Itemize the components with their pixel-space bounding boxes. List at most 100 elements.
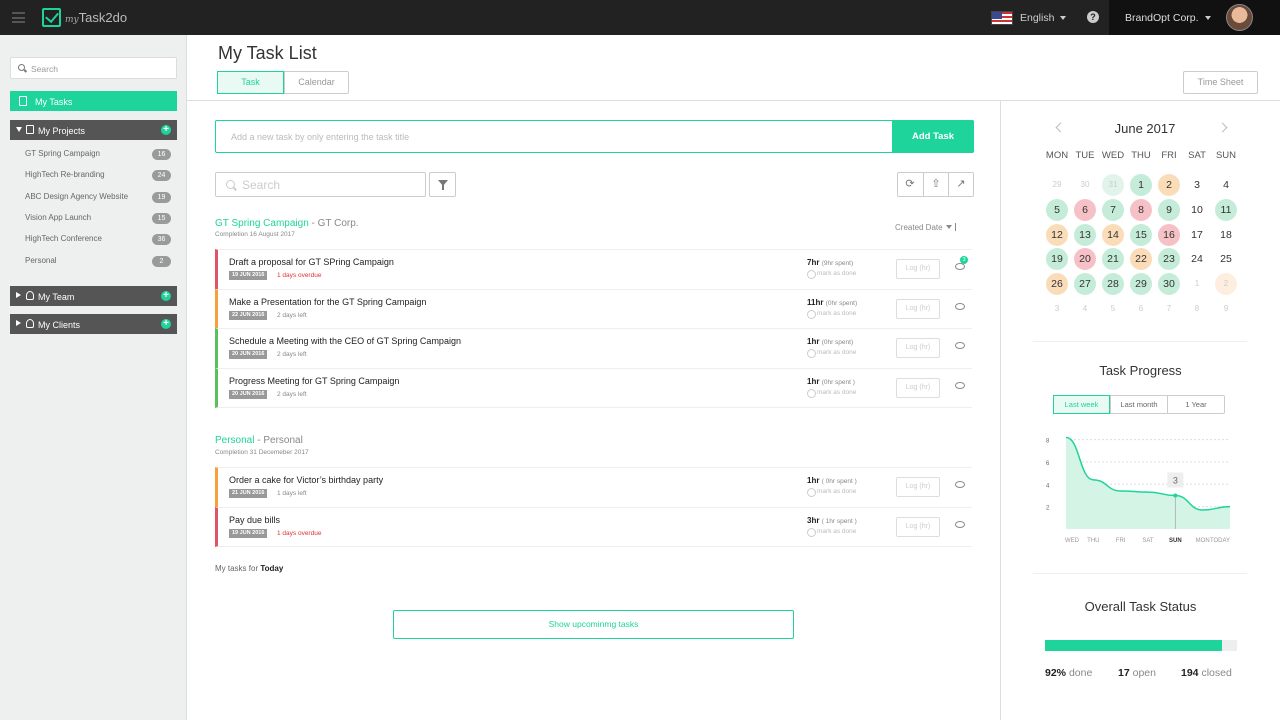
calendar-day[interactable]: 17 <box>1186 224 1208 246</box>
task-row[interactable]: Draft a proposal for GT SPring Campaign 1… <box>215 249 972 289</box>
task-row[interactable]: Pay due bills 19 JUN 2016 1 days overdue 3h… <box>215 506 972 547</box>
calendar-day[interactable]: 1 <box>1130 174 1152 196</box>
calendar-day[interactable]: 1 <box>1186 273 1208 295</box>
calendar-day[interactable]: 24 <box>1186 248 1208 270</box>
sidebar-project-item[interactable]: HighTech Conference 36 <box>25 234 171 248</box>
mark-as-done-checkbox[interactable]: mark as done <box>807 527 856 537</box>
mark-as-done-checkbox[interactable]: mark as done <box>807 488 856 497</box>
sidebar-search-input[interactable]: Search <box>10 57 177 79</box>
add-task-input[interactable]: Add a new task by only entering the task… <box>231 132 409 142</box>
task-row[interactable]: Progress Meeting for GT Spring Campaign 2… <box>215 368 972 409</box>
sort-control[interactable]: Created Date <box>895 223 963 232</box>
task-row[interactable]: Schedule a Meeting with the CEO of GT Sp… <box>215 328 972 369</box>
calendar-day[interactable]: 14 <box>1102 223 1124 246</box>
calendar-day[interactable]: 30 <box>1158 273 1180 296</box>
comment-icon[interactable] <box>955 302 965 310</box>
task-title[interactable]: Draft a proposal for GT SPring Campaign <box>229 257 394 267</box>
task-title[interactable]: Progress Meeting for GT Spring Campaign <box>229 376 399 386</box>
calendar-day[interactable]: 7 <box>1102 198 1124 221</box>
time-sheet-button[interactable]: Time Sheet <box>1183 71 1258 94</box>
tab-calendar[interactable]: Calendar <box>284 72 348 93</box>
calendar-day[interactable]: 13 <box>1074 223 1096 246</box>
calendar-day[interactable]: 8 <box>1130 198 1152 221</box>
calendar-day[interactable]: 10 <box>1186 199 1208 221</box>
share-button[interactable]: ↗ <box>948 173 973 196</box>
calendar-day[interactable]: 5 <box>1102 298 1124 320</box>
calendar-day[interactable]: 28 <box>1102 273 1124 296</box>
comment-icon[interactable] <box>955 263 965 270</box>
calendar-day[interactable]: 19 <box>1046 248 1068 271</box>
comment-icon[interactable] <box>955 520 965 528</box>
calendar-day[interactable]: 3 <box>1046 298 1068 320</box>
log-hours-input[interactable]: Log (hr) <box>896 477 940 497</box>
mark-as-done-checkbox[interactable]: mark as done <box>807 270 856 279</box>
comment-icon[interactable] <box>955 382 965 390</box>
calendar-day[interactable]: 6 <box>1074 198 1096 221</box>
help-icon[interactable]: ? <box>1087 11 1099 23</box>
calendar-day[interactable]: 2 <box>1158 174 1180 196</box>
calendar-day[interactable]: 29 <box>1046 174 1068 196</box>
calendar-day[interactable]: 2 <box>1215 273 1237 296</box>
sidebar-project-item[interactable]: Vision App Launch 15 <box>25 212 171 227</box>
add-task-button[interactable]: Add Task <box>892 120 974 153</box>
calendar-day[interactable]: 22 <box>1130 248 1152 271</box>
calendar-day[interactable]: 11 <box>1215 198 1237 221</box>
sidebar-item-my-tasks[interactable]: My Tasks <box>10 91 177 111</box>
tab-1-year[interactable]: 1 Year <box>1167 396 1224 413</box>
sidebar-group-my-team[interactable]: My Team + <box>10 286 177 306</box>
calendar-day[interactable]: 8 <box>1186 298 1208 320</box>
task-title[interactable]: Pay due bills <box>229 515 280 525</box>
calendar-day[interactable]: 9 <box>1158 198 1180 221</box>
mark-as-done-checkbox[interactable]: mark as done <box>807 389 856 399</box>
comment-icon[interactable] <box>955 342 965 350</box>
task-search-input[interactable]: Search <box>215 172 426 197</box>
sidebar-group-my-clients[interactable]: My Clients + <box>10 314 177 334</box>
log-hours-input[interactable]: Log (hr) <box>896 378 940 399</box>
task-title[interactable]: Order a cake for Victor’s birthday party <box>229 475 383 485</box>
calendar-day[interactable]: 29 <box>1130 273 1152 296</box>
mark-as-done-checkbox[interactable]: mark as done <box>807 349 856 359</box>
calendar-day[interactable]: 31 <box>1102 174 1124 196</box>
calendar-day[interactable]: 30 <box>1074 174 1096 196</box>
calendar-day[interactable]: 21 <box>1102 248 1124 271</box>
calendar-day[interactable]: 23 <box>1158 248 1180 271</box>
sidebar-project-item[interactable]: HighTech Re-branding 24 <box>25 170 171 184</box>
calendar-day[interactable]: 3 <box>1186 174 1208 196</box>
calendar-day[interactable]: 15 <box>1130 223 1152 246</box>
calendar-day[interactable]: 4 <box>1215 174 1237 196</box>
task-title[interactable]: Schedule a Meeting with the CEO of GT Sp… <box>229 336 461 346</box>
calendar-day[interactable]: 7 <box>1158 298 1180 320</box>
sidebar-project-item[interactable]: GT Spring Campaign 16 <box>25 149 171 163</box>
calendar-day[interactable]: 16 <box>1158 223 1180 246</box>
calendar-day[interactable]: 9 <box>1215 298 1237 320</box>
app-logo[interactable]: myTask2do <box>42 7 127 27</box>
refresh-button[interactable]: ⟳ <box>898 173 923 196</box>
log-hours-input[interactable]: Log (hr) <box>896 338 940 359</box>
mark-as-done-checkbox[interactable]: mark as done <box>807 309 856 319</box>
calendar-day[interactable]: 20 <box>1074 248 1096 271</box>
calendar-day[interactable]: 6 <box>1130 298 1152 320</box>
language-selector[interactable]: English <box>1020 12 1067 24</box>
sidebar-project-item[interactable]: Personal 2 <box>25 255 171 270</box>
task-row[interactable]: Make a Presentation for the GT Spring Ca… <box>215 288 972 329</box>
calendar-day[interactable]: 4 <box>1074 298 1096 320</box>
calendar-day[interactable]: 5 <box>1046 198 1068 221</box>
account-menu[interactable]: BrandOpt Corp. <box>1109 0 1280 35</box>
upload-button[interactable]: ⇧ <box>923 173 948 196</box>
add-project-icon[interactable]: + <box>161 125 171 135</box>
avatar[interactable] <box>1226 4 1253 31</box>
calendar-day[interactable]: 25 <box>1215 248 1237 270</box>
us-flag-icon[interactable] <box>991 11 1013 25</box>
show-upcoming-button[interactable]: Show upcominmg tasks <box>393 610 794 639</box>
task-row[interactable]: Order a cake for Victor’s birthday party… <box>215 467 972 507</box>
log-hours-input[interactable]: Log (hr) <box>896 298 940 319</box>
comment-icon[interactable] <box>955 481 965 488</box>
calendar-day[interactable]: 12 <box>1046 223 1068 246</box>
calendar-day[interactable]: 27 <box>1074 273 1096 296</box>
calendar-day[interactable]: 26 <box>1046 273 1068 296</box>
project-name-link[interactable]: Personal <box>215 435 254 446</box>
tab-last-month[interactable]: Last month <box>1110 396 1167 413</box>
log-hours-input[interactable]: Log (hr) <box>896 516 940 537</box>
tab-task[interactable]: Task <box>217 71 284 94</box>
calendar-day[interactable]: 18 <box>1215 224 1237 246</box>
